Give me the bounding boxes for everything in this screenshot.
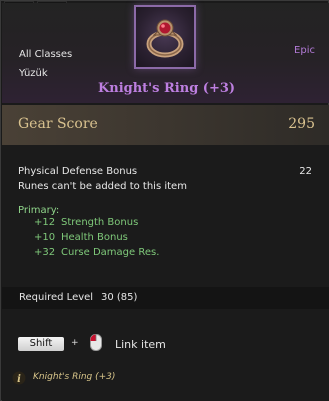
attribute-name: Health Bonus: [61, 232, 128, 243]
tooltip-header: All Classes Yüzük Epic Knight's Ring (+3…: [2, 3, 329, 103]
item-type: Yüzük: [19, 68, 48, 79]
class-restriction: All Classes: [19, 49, 73, 60]
item-tooltip: All Classes Yüzük Epic Knight's Ring (+3…: [0, 0, 329, 401]
tooltip-body: Physical Defense Bonus 22 Runes can't be…: [2, 145, 329, 401]
gear-score-band: Gear Score 295: [2, 105, 329, 145]
physical-defense-label: Physical Defense Bonus: [18, 166, 138, 177]
attribute-value: +12: [34, 217, 56, 228]
item-name: Knight's Ring (+3): [97, 81, 236, 96]
shift-key-badge: Shift: [18, 337, 64, 351]
footer-item-name: Knight's Ring (+3): [33, 372, 116, 382]
gear-score-value: 295: [288, 116, 315, 132]
required-level-label: Required Level: [19, 292, 94, 303]
info-icon: i: [12, 371, 26, 385]
gear-score-label: Gear Score: [18, 116, 98, 132]
plus-sign: +: [71, 338, 79, 348]
physical-defense-value: 22: [299, 166, 312, 177]
ring-icon: [146, 19, 184, 58]
mouse-left-click-icon: [90, 334, 102, 351]
required-level-band: Required Level 30 (85): [2, 287, 329, 309]
primary-heading: Primary:: [18, 205, 60, 216]
rarity-label: Epic: [294, 45, 315, 56]
attribute-value: +32: [34, 247, 56, 258]
link-item-label: Link item: [115, 338, 166, 351]
item-icon-frame: [134, 5, 196, 69]
attribute-name: Strength Bonus: [61, 217, 139, 228]
required-level-value: 30 (85): [101, 292, 138, 303]
svg-text:i: i: [17, 374, 21, 385]
runes-note: Runes can't be added to this item: [18, 181, 187, 192]
attribute-value: +10: [34, 232, 56, 243]
attribute-name: Curse Damage Res.: [61, 247, 160, 258]
